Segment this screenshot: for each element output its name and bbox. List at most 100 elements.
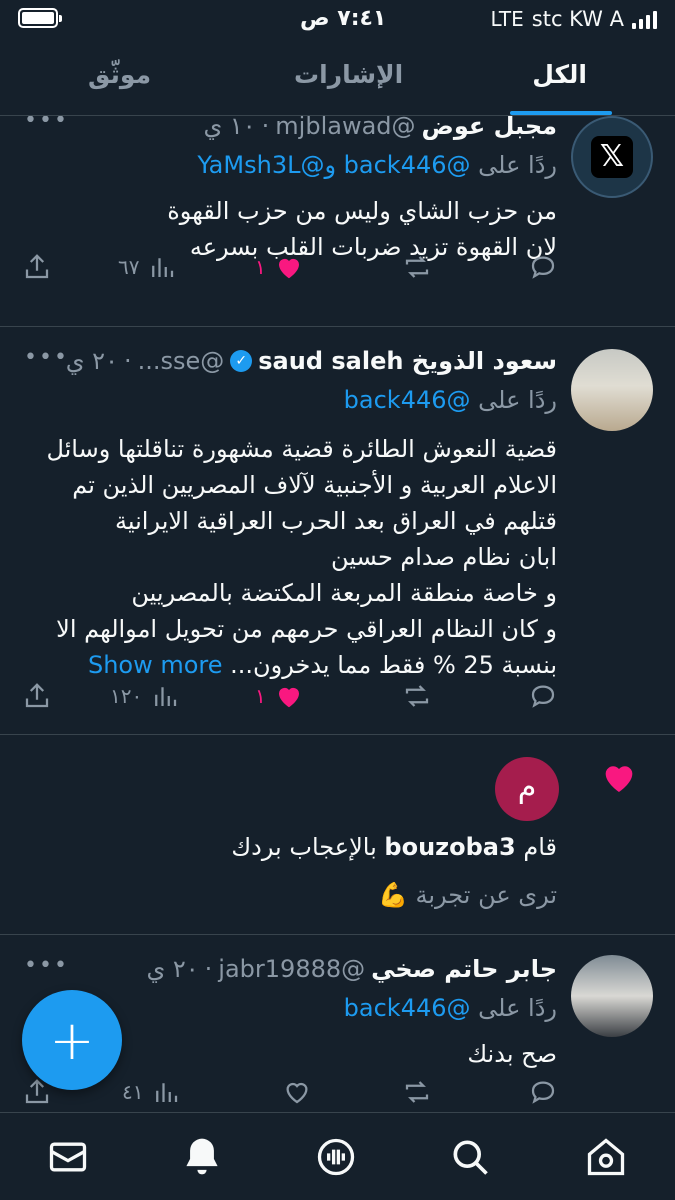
reply-post[interactable]: سعود الذويخ saud saleh ✓ @sse... · ٢٠ ي … xyxy=(0,327,675,735)
avatar[interactable]: م xyxy=(495,757,559,821)
post-actions: ٤١ xyxy=(0,1077,675,1110)
share-button[interactable] xyxy=(22,252,52,282)
post-body: قضية النعوش الطائرة قضية مشهورة تناقلتها… xyxy=(0,431,557,683)
author-handle: @mjblawad xyxy=(275,116,416,140)
analytics-icon xyxy=(156,1083,178,1102)
heart-filled-icon xyxy=(278,687,299,708)
messages-icon[interactable] xyxy=(46,1135,90,1179)
status-right: LTE stc KW A xyxy=(491,7,657,31)
notification-suffix: بالإعجاب بردك xyxy=(231,833,377,861)
status-time: ٧:٤١ ص xyxy=(300,6,387,31)
post-line: و كان النظام العراقي حرمهم من تحويل اموا… xyxy=(56,615,557,643)
show-more-link[interactable]: Show more xyxy=(88,651,223,679)
heart-filled-icon xyxy=(599,757,639,801)
post-line: و خاصة منطقة المربعة المكتضة بالمصريين xyxy=(131,579,557,607)
author-handle: @jabr19888 xyxy=(218,955,366,983)
repost-icon xyxy=(405,685,429,707)
notification-prefix: قام xyxy=(523,833,557,861)
reply-icon xyxy=(531,1081,555,1104)
like-button[interactable]: ١ xyxy=(255,681,304,711)
post-line: ابان نظام صدام حسين xyxy=(331,543,557,571)
share-icon xyxy=(25,254,49,279)
home-icon[interactable] xyxy=(584,1135,628,1179)
reply-icon xyxy=(531,256,555,279)
like-count: ١ xyxy=(255,255,266,279)
post-line: الاعلام العربية و الأجنبية لآلاف المصريي… xyxy=(72,471,557,499)
repost-button[interactable] xyxy=(402,252,432,282)
notifications-icon[interactable] xyxy=(180,1135,224,1179)
views-count: ٦٧ xyxy=(118,255,140,279)
reply-button[interactable] xyxy=(528,681,558,711)
views-button[interactable]: ٦٧ xyxy=(118,252,177,282)
analytics-icon xyxy=(155,687,177,706)
notification-tabs: الكل الإشارات موثّق xyxy=(0,46,675,116)
like-button[interactable] xyxy=(282,1077,312,1107)
heart-filled-icon xyxy=(278,258,299,279)
reply-mentions[interactable]: @back446 و@YaMsh3L xyxy=(197,151,470,179)
more-options-icon[interactable]: ••• xyxy=(24,116,69,133)
author-name[interactable]: سعود الذويخ saud saleh xyxy=(258,347,557,375)
post-header: جابر حاتم صخي @jabr19888 · ٢٠ ي xyxy=(146,955,557,983)
share-icon xyxy=(25,683,49,708)
reply-to-line: ردًا على @back446 xyxy=(344,994,557,1022)
post-actions: ١ ٦٧ xyxy=(0,252,675,292)
post-line-last: بنسبة 25 % فقط مما يدخرون... Show more xyxy=(0,647,557,683)
compose-button[interactable]: + xyxy=(22,990,122,1090)
heart-outline-icon xyxy=(286,1082,308,1104)
post-line: قضية النعوش الطائرة قضية مشهورة تناقلتها… xyxy=(46,435,557,463)
post-line: بنسبة 25 % فقط مما يدخرون... xyxy=(230,651,557,679)
notification-user[interactable]: bouzoba3 xyxy=(384,833,515,861)
reply-to-line: ردًا على @back446 و@YaMsh3L xyxy=(197,151,557,179)
carrier-name: stc KW A xyxy=(531,7,624,31)
reply-button[interactable] xyxy=(528,252,558,282)
repost-button[interactable] xyxy=(402,1077,432,1107)
post-line: من حزب الشاي وليس من حزب القهوة xyxy=(167,197,557,225)
post-header: مجبل عوض @mjblawad · ١٠ ي xyxy=(203,116,557,140)
share-button[interactable] xyxy=(22,681,52,711)
repost-button[interactable] xyxy=(402,681,432,711)
author-handle: @sse... xyxy=(137,347,225,375)
notification-text: قام bouzoba3 بالإعجاب بردك xyxy=(231,833,557,861)
more-options-icon[interactable]: ••• xyxy=(24,953,69,978)
more-options-icon[interactable]: ••• xyxy=(24,345,69,370)
views-button[interactable]: ١٢٠ xyxy=(110,681,180,711)
reply-button[interactable] xyxy=(528,1077,558,1107)
active-tab-indicator xyxy=(510,111,612,115)
views-count: ١٢٠ xyxy=(110,684,143,708)
like-button[interactable]: ١ xyxy=(255,252,304,282)
views-count: ٤١ xyxy=(122,1080,144,1104)
reply-icon xyxy=(531,685,555,708)
status-bar: ٧:٤١ ص LTE stc KW A xyxy=(0,0,675,40)
like-notification[interactable]: م قام bouzoba3 بالإعجاب بردك ترى عن تجرب… xyxy=(0,735,675,935)
analytics-icon xyxy=(152,258,174,277)
like-count: ١ xyxy=(255,684,266,708)
liked-reply-preview: ترى عن تجربة 💪 xyxy=(377,881,557,909)
notifications-feed[interactable]: 𝕏 مجبل عوض @mjblawad · ١٠ ي ••• ردًا على… xyxy=(0,116,675,1110)
author-name[interactable]: مجبل عوض xyxy=(422,116,557,140)
reply-mentions[interactable]: @back446 xyxy=(344,386,471,414)
x-logo-icon: 𝕏 xyxy=(591,136,633,178)
battery-icon xyxy=(18,8,62,28)
tab-verified[interactable]: موثّق xyxy=(88,60,151,89)
bottom-nav xyxy=(0,1112,675,1200)
reply-post[interactable]: 𝕏 مجبل عوض @mjblawad · ١٠ ي ••• ردًا على… xyxy=(0,116,675,327)
views-button[interactable]: ٤١ xyxy=(122,1077,181,1107)
post-time: ٢٠ ي xyxy=(65,347,118,375)
post-header: سعود الذويخ saud saleh ✓ @sse... · ٢٠ ي xyxy=(65,347,557,375)
post-time: ٢٠ ي xyxy=(146,955,199,983)
reply-to-line: ردًا على @back446 xyxy=(344,386,557,414)
reply-mentions[interactable]: @back446 xyxy=(344,994,471,1022)
network-type: LTE xyxy=(490,7,524,31)
post-actions: ١ ١٢٠ xyxy=(0,681,675,721)
post-line: قتلهم في العراق بعد الحرب العراقية الاير… xyxy=(115,507,557,535)
reply-prefix: ردًا على xyxy=(478,386,557,414)
reply-prefix: ردًا على xyxy=(478,994,557,1022)
avatar[interactable] xyxy=(571,349,653,431)
tab-mentions[interactable]: الإشارات xyxy=(294,60,403,89)
spaces-icon[interactable] xyxy=(314,1135,358,1179)
avatar[interactable]: 𝕏 xyxy=(571,116,653,198)
avatar[interactable] xyxy=(571,955,653,1037)
tab-all[interactable]: الكل xyxy=(532,60,587,89)
author-name[interactable]: جابر حاتم صخي xyxy=(371,955,557,983)
search-icon[interactable] xyxy=(448,1135,492,1179)
